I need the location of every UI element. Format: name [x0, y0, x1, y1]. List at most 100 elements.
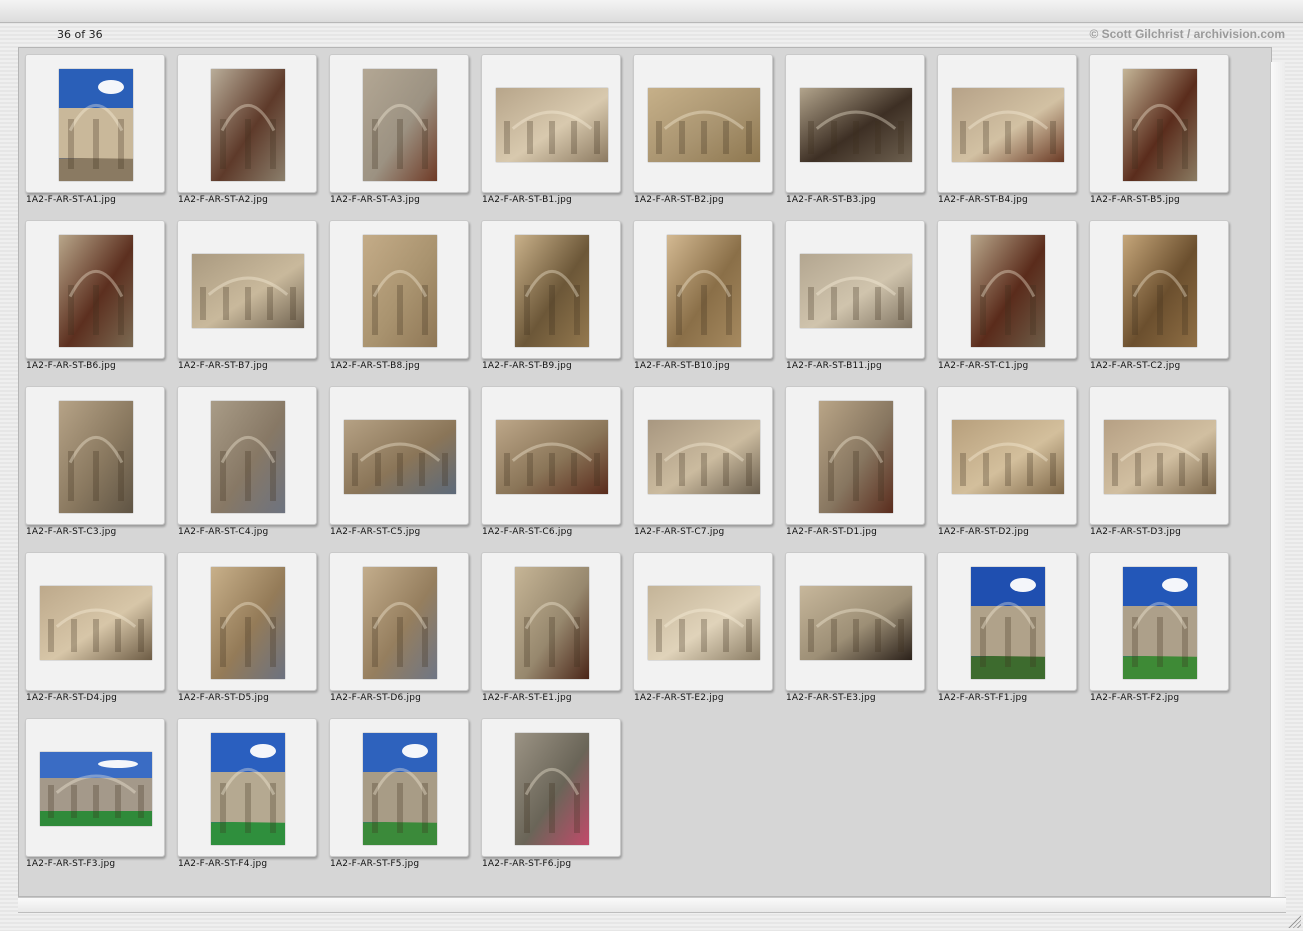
thumbnail-frame[interactable]	[937, 386, 1077, 525]
thumbnail-frame[interactable]	[633, 54, 773, 193]
thumbnail-frame[interactable]	[177, 552, 317, 691]
thumbnail-frame[interactable]	[1089, 220, 1229, 359]
thumbnail-item[interactable]: 1A2-F-AR-ST-B5.jpg	[1089, 54, 1241, 214]
thumbnail-item[interactable]: 1A2-F-AR-ST-B2.jpg	[633, 54, 785, 214]
thumbnail-item[interactable]: 1A2-F-AR-ST-E1.jpg	[481, 552, 633, 712]
thumbnail-image[interactable]	[40, 586, 152, 660]
thumbnail-item[interactable]: 1A2-F-AR-ST-F4.jpg	[177, 718, 329, 878]
thumbnail-item[interactable]: 1A2-F-AR-ST-D4.jpg	[25, 552, 177, 712]
thumbnail-frame[interactable]	[633, 220, 773, 359]
thumbnail-image[interactable]	[344, 420, 456, 494]
thumbnail-image[interactable]	[515, 235, 589, 347]
vertical-scrollbar[interactable]	[1270, 62, 1285, 898]
thumbnail-frame[interactable]	[1089, 386, 1229, 525]
thumbnail-item[interactable]: 1A2-F-AR-ST-D1.jpg	[785, 386, 937, 546]
thumbnail-image[interactable]	[971, 235, 1045, 347]
thumbnail-image[interactable]	[192, 254, 304, 328]
thumbnail-item[interactable]: 1A2-F-AR-ST-B6.jpg	[25, 220, 177, 380]
thumbnail-frame[interactable]	[25, 386, 165, 525]
thumbnail-image[interactable]	[952, 420, 1064, 494]
thumbnail-frame[interactable]	[481, 552, 621, 691]
thumbnail-item[interactable]: 1A2-F-AR-ST-C1.jpg	[937, 220, 1089, 380]
thumbnail-frame[interactable]	[25, 552, 165, 691]
thumbnail-image[interactable]	[496, 420, 608, 494]
thumbnail-frame[interactable]	[329, 220, 469, 359]
thumbnail-item[interactable]: 1A2-F-AR-ST-C6.jpg	[481, 386, 633, 546]
thumbnail-item[interactable]: 1A2-F-AR-ST-F2.jpg	[1089, 552, 1241, 712]
thumbnail-image[interactable]	[59, 401, 133, 513]
thumbnail-image[interactable]	[800, 254, 912, 328]
thumbnail-frame[interactable]	[937, 552, 1077, 691]
horizontal-scrollbar[interactable]	[18, 897, 1286, 913]
thumbnail-image[interactable]	[800, 586, 912, 660]
thumbnail-frame[interactable]	[481, 386, 621, 525]
thumbnail-item[interactable]: 1A2-F-AR-ST-E3.jpg	[785, 552, 937, 712]
thumbnail-image[interactable]	[363, 567, 437, 679]
thumbnail-frame[interactable]	[481, 220, 621, 359]
thumbnail-image[interactable]	[363, 69, 437, 181]
thumbnail-frame[interactable]	[25, 718, 165, 857]
thumbnail-item[interactable]: 1A2-F-AR-ST-D6.jpg	[329, 552, 481, 712]
thumbnail-image[interactable]	[819, 401, 893, 513]
thumbnail-image[interactable]	[363, 235, 437, 347]
thumbnail-image[interactable]	[1123, 69, 1197, 181]
thumbnail-item[interactable]: 1A2-F-AR-ST-E2.jpg	[633, 552, 785, 712]
thumbnail-image[interactable]	[59, 69, 133, 181]
thumbnail-item[interactable]: 1A2-F-AR-ST-C2.jpg	[1089, 220, 1241, 380]
thumbnail-image[interactable]	[800, 88, 912, 162]
thumbnail-item[interactable]: 1A2-F-AR-ST-B8.jpg	[329, 220, 481, 380]
thumbnail-frame[interactable]	[329, 54, 469, 193]
thumbnail-item[interactable]: 1A2-F-AR-ST-F1.jpg	[937, 552, 1089, 712]
thumbnail-frame[interactable]	[177, 718, 317, 857]
thumbnail-frame[interactable]	[481, 718, 621, 857]
thumbnail-image[interactable]	[648, 586, 760, 660]
thumbnail-item[interactable]: 1A2-F-AR-ST-A2.jpg	[177, 54, 329, 214]
thumbnail-frame[interactable]	[785, 552, 925, 691]
thumbnail-item[interactable]: 1A2-F-AR-ST-F5.jpg	[329, 718, 481, 878]
thumbnail-image[interactable]	[211, 733, 285, 845]
thumbnail-item[interactable]: 1A2-F-AR-ST-B7.jpg	[177, 220, 329, 380]
thumbnail-image[interactable]	[363, 733, 437, 845]
thumbnail-frame[interactable]	[785, 54, 925, 193]
thumbnail-frame[interactable]	[937, 54, 1077, 193]
thumbnail-item[interactable]: 1A2-F-AR-ST-B9.jpg	[481, 220, 633, 380]
thumbnail-image[interactable]	[1123, 567, 1197, 679]
thumbnail-image[interactable]	[211, 69, 285, 181]
thumbnail-frame[interactable]	[25, 220, 165, 359]
thumbnail-image[interactable]	[496, 88, 608, 162]
thumbnail-frame[interactable]	[785, 220, 925, 359]
thumbnail-frame[interactable]	[177, 220, 317, 359]
thumbnail-item[interactable]: 1A2-F-AR-ST-F6.jpg	[481, 718, 633, 878]
thumbnail-item[interactable]: 1A2-F-AR-ST-C5.jpg	[329, 386, 481, 546]
thumbnail-image[interactable]	[1123, 235, 1197, 347]
thumbnail-item[interactable]: 1A2-F-AR-ST-D2.jpg	[937, 386, 1089, 546]
thumbnail-frame[interactable]	[25, 54, 165, 193]
thumbnail-image[interactable]	[1104, 420, 1216, 494]
thumbnail-item[interactable]: 1A2-F-AR-ST-C7.jpg	[633, 386, 785, 546]
thumbnail-image[interactable]	[971, 567, 1045, 679]
thumbnail-item[interactable]: 1A2-F-AR-ST-B1.jpg	[481, 54, 633, 214]
thumbnail-item[interactable]: 1A2-F-AR-ST-B4.jpg	[937, 54, 1089, 214]
thumbnail-image[interactable]	[648, 420, 760, 494]
thumbnail-frame[interactable]	[1089, 54, 1229, 193]
thumbnail-image[interactable]	[211, 401, 285, 513]
thumbnail-item[interactable]: 1A2-F-AR-ST-A1.jpg	[25, 54, 177, 214]
thumbnail-frame[interactable]	[633, 386, 773, 525]
thumbnail-image[interactable]	[40, 752, 152, 826]
thumbnail-item[interactable]: 1A2-F-AR-ST-B10.jpg	[633, 220, 785, 380]
thumbnail-image[interactable]	[667, 235, 741, 347]
thumbnail-image[interactable]	[515, 733, 589, 845]
thumbnail-item[interactable]: 1A2-F-AR-ST-F3.jpg	[25, 718, 177, 878]
thumbnail-image[interactable]	[648, 88, 760, 162]
thumbnail-frame[interactable]	[785, 386, 925, 525]
thumbnail-item[interactable]: 1A2-F-AR-ST-B3.jpg	[785, 54, 937, 214]
resize-grip-icon[interactable]	[1287, 914, 1301, 928]
thumbnail-frame[interactable]	[177, 54, 317, 193]
thumbnail-item[interactable]: 1A2-F-AR-ST-A3.jpg	[329, 54, 481, 214]
thumbnail-image[interactable]	[515, 567, 589, 679]
thumbnail-item[interactable]: 1A2-F-AR-ST-C4.jpg	[177, 386, 329, 546]
thumbnail-image[interactable]	[211, 567, 285, 679]
thumbnail-frame[interactable]	[329, 552, 469, 691]
thumbnail-image[interactable]	[59, 235, 133, 347]
thumbnail-item[interactable]: 1A2-F-AR-ST-D3.jpg	[1089, 386, 1241, 546]
